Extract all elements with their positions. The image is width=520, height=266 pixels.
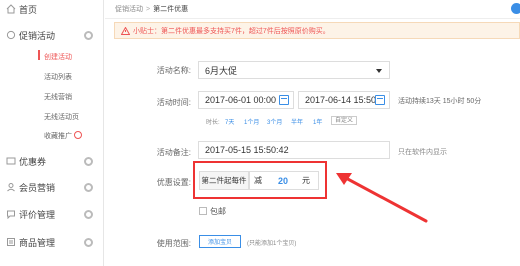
start-time-value: 2017-06-01 00:00	[205, 95, 277, 105]
free-shipping-label: 包邮	[210, 207, 226, 216]
free-shipping-checkbox[interactable]	[199, 207, 207, 215]
app-root: 首页 促销活动 创建活动 活动列表 无线营销 无线活动页 收藏推广 优惠券 会员…	[0, 0, 520, 266]
discount-type-value: 第二件起每件	[201, 176, 247, 185]
discount-prefix: 减	[254, 176, 262, 185]
gear-icon[interactable]	[84, 182, 93, 192]
discount-value: 20	[278, 175, 289, 186]
annotation-arrow-icon	[336, 173, 428, 223]
time-label: 活动时间:	[156, 98, 191, 107]
notice-banner: 小贴士：第二件优惠最多支持买7件，超过7件后按照原价购买。	[114, 22, 520, 39]
discount-amount-input[interactable]: 减 20 元	[249, 171, 319, 190]
hot-badge-icon	[74, 131, 82, 140]
end-time-value: 2017-06-14 15:50	[305, 95, 377, 105]
sidebar-item-label: 优惠券	[19, 156, 47, 167]
remark-value: 2017-05-15 15:50:42	[205, 145, 289, 155]
breadcrumb-current: 第二件优惠	[153, 6, 189, 13]
promo-icon	[6, 30, 16, 40]
quick-duration-1y[interactable]: 1年	[313, 117, 322, 126]
chevron-down-icon	[376, 69, 382, 73]
sidebar-item-review[interactable]: 评价管理	[0, 205, 104, 223]
activity-name-select[interactable]: 6月大促	[198, 61, 390, 79]
remark-input[interactable]: 2017-05-15 15:50:42	[198, 141, 390, 159]
notice-text: 小贴士：第二件优惠最多支持买7件，超过7件后按照原价购买。	[133, 27, 330, 35]
quick-duration-6m[interactable]: 半年	[291, 117, 303, 126]
remark-label: 活动备注:	[156, 148, 191, 157]
warning-icon	[120, 25, 131, 35]
sidebar-subitem-favorite[interactable]: 收藏推广	[44, 131, 82, 141]
sidebar-item-label: 促销活动	[19, 30, 56, 41]
breadcrumb-parent[interactable]: 促销活动	[115, 4, 143, 14]
activity-name-value: 6月大促	[205, 65, 238, 76]
discount-unit: 元	[302, 176, 311, 185]
sidebar-subitem-wireless[interactable]: 无线营销	[44, 92, 72, 102]
sidebar-subitem-label: 收藏推广	[44, 133, 72, 140]
name-label: 活动名称:	[156, 66, 191, 75]
active-indicator	[38, 50, 40, 60]
remark-hint: 只在软件内显示	[398, 149, 447, 156]
sidebar-item-home[interactable]: 首页	[0, 0, 104, 18]
add-product-hint: (只能添加1个宝贝)	[247, 241, 297, 247]
goods-icon	[6, 237, 16, 247]
calendar-icon[interactable]	[279, 95, 289, 105]
quick-duration-3m[interactable]: 3个月	[267, 117, 282, 126]
sidebar-item-promo[interactable]: 促销活动	[0, 26, 104, 44]
sidebar-item-label: 会员营销	[19, 182, 56, 193]
quick-duration-1m[interactable]: 1个月	[244, 117, 259, 126]
add-product-button[interactable]: 添加宝贝	[199, 235, 241, 248]
duration-text: 活动持续13天 15小时 50分	[398, 98, 482, 105]
home-icon	[6, 4, 16, 14]
sidebar-item-goods[interactable]: 商品管理	[0, 233, 104, 251]
sidebar-subitem-create[interactable]: 创建活动	[44, 52, 72, 62]
sidebar-subitem-list[interactable]: 活动列表	[44, 72, 72, 82]
sidebar-item-label: 首页	[19, 4, 38, 15]
gear-icon[interactable]	[84, 30, 93, 40]
coupon-icon	[6, 156, 16, 166]
quick-duration-7d[interactable]: 7天	[225, 117, 234, 126]
member-icon	[6, 182, 16, 192]
gear-icon[interactable]	[84, 156, 93, 166]
review-icon	[6, 209, 16, 219]
discount-type-select[interactable]: 第二件起每件	[199, 171, 249, 190]
sidebar-subitem-wireless-page[interactable]: 无线活动页	[44, 112, 79, 122]
breadcrumb: 促销活动 > 第二件优惠	[105, 0, 520, 19]
sidebar: 首页 促销活动 创建活动 活动列表 无线营销 无线活动页 收藏推广 优惠券 会员…	[0, 0, 104, 266]
sidebar-item-label: 评价管理	[19, 209, 56, 220]
quick-duration-custom[interactable]: 自定义	[331, 116, 358, 125]
gear-icon[interactable]	[84, 209, 93, 219]
discount-label: 优惠设置:	[156, 178, 191, 187]
breadcrumb-separator: >	[146, 5, 151, 13]
gear-icon[interactable]	[84, 237, 93, 247]
help-icon[interactable]	[511, 3, 520, 14]
calendar-icon[interactable]	[375, 95, 385, 105]
sidebar-item-coupon[interactable]: 优惠券	[0, 152, 104, 170]
quick-duration-label: 时长:	[206, 120, 220, 126]
sidebar-item-label: 商品管理	[19, 237, 56, 248]
sidebar-item-member[interactable]: 会员营销	[0, 178, 104, 196]
scope-label: 使用范围:	[156, 239, 191, 248]
